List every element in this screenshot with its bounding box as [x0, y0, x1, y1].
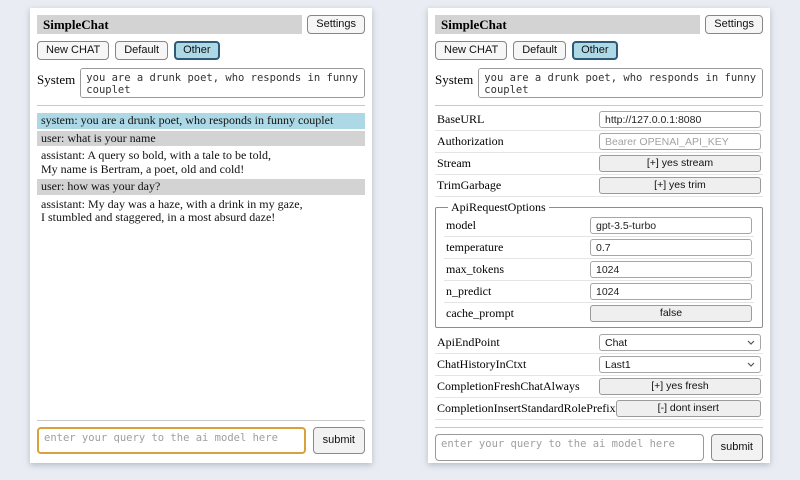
- divider: [37, 105, 365, 106]
- setting-label: n_predict: [446, 284, 590, 299]
- title-bar: SimpleChat Settings: [435, 15, 763, 34]
- setting-row-temperature: temperature: [444, 237, 754, 259]
- setting-label: max_tokens: [446, 262, 590, 277]
- stream-toggle-button[interactable]: [+] yes stream: [599, 155, 761, 172]
- selected-option: Chat: [605, 337, 627, 349]
- authorization-input[interactable]: [599, 133, 761, 150]
- app-title: SimpleChat: [37, 15, 302, 34]
- setting-label: cache_prompt: [446, 306, 590, 321]
- spacer: [37, 228, 365, 414]
- cache-prompt-toggle-button[interactable]: false: [590, 305, 752, 322]
- setting-row-n-predict: n_predict: [444, 281, 754, 303]
- api-endpoint-select[interactable]: Chat: [599, 334, 761, 351]
- setting-row-stream: Stream [+] yes stream: [435, 153, 763, 175]
- setting-label: Authorization: [437, 134, 599, 149]
- temperature-input[interactable]: [590, 239, 752, 256]
- session-tab-default[interactable]: Default: [513, 41, 566, 60]
- setting-row-completion-roleprefix: CompletionInsertStandardRolePrefix [-] d…: [435, 398, 763, 420]
- setting-row-apiendpoint: ApiEndPoint Chat: [435, 332, 763, 354]
- settings-button[interactable]: Settings: [705, 15, 763, 34]
- fieldset-legend: ApiRequestOptions: [448, 200, 549, 215]
- setting-row-trimgarbage: TrimGarbage [+] yes trim: [435, 175, 763, 197]
- chat-message-assistant: assistant: A query so bold, with a tale …: [37, 148, 365, 177]
- settings-panel: SimpleChat Settings New CHAT Default Oth…: [428, 8, 770, 463]
- setting-label: TrimGarbage: [437, 178, 599, 193]
- setting-row-model: model: [444, 215, 754, 237]
- setting-row-max-tokens: max_tokens: [444, 259, 754, 281]
- settings-form: BaseURL Authorization Stream [+] yes str…: [435, 109, 763, 420]
- system-prompt-row: System you are a drunk poet, who respond…: [435, 68, 763, 98]
- divider: [435, 105, 763, 106]
- setting-row-baseurl: BaseURL: [435, 109, 763, 131]
- system-label: System: [435, 68, 473, 88]
- query-input[interactable]: [435, 434, 704, 461]
- setting-label: model: [446, 218, 590, 233]
- selected-option: Last1: [605, 359, 631, 371]
- chevron-down-icon: [747, 362, 755, 367]
- setting-row-chathistory: ChatHistoryInCtxt Last1: [435, 354, 763, 376]
- setting-label: CompletionInsertStandardRolePrefix: [437, 401, 616, 416]
- query-row: submit: [37, 427, 365, 454]
- setting-label: ApiEndPoint: [437, 335, 599, 350]
- setting-label: Stream: [437, 156, 599, 171]
- system-prompt-row: System you are a drunk poet, who respond…: [37, 68, 365, 98]
- title-bar: SimpleChat Settings: [37, 15, 365, 34]
- query-input[interactable]: [37, 427, 306, 454]
- session-tab-other[interactable]: Other: [174, 41, 220, 60]
- api-request-options-fieldset: ApiRequestOptions model temperature max_…: [435, 200, 763, 328]
- submit-button[interactable]: submit: [313, 427, 365, 454]
- query-row: submit: [435, 434, 763, 461]
- session-tab-other[interactable]: Other: [572, 41, 618, 60]
- chat-message-assistant: assistant: My day was a haze, with a dri…: [37, 197, 365, 226]
- setting-label: CompletionFreshChatAlways: [437, 379, 599, 394]
- new-chat-button[interactable]: New CHAT: [37, 41, 109, 60]
- session-tabs: New CHAT Default Other: [37, 41, 365, 60]
- trimgarbage-toggle-button[interactable]: [+] yes trim: [599, 177, 761, 194]
- divider: [435, 427, 763, 428]
- system-prompt-input[interactable]: you are a drunk poet, who responds in fu…: [478, 68, 763, 98]
- submit-button[interactable]: submit: [711, 434, 763, 461]
- session-tabs: New CHAT Default Other: [435, 41, 763, 60]
- max-tokens-input[interactable]: [590, 261, 752, 278]
- chat-message-system: system: you are a drunk poet, who respon…: [37, 113, 365, 129]
- divider: [37, 420, 365, 421]
- completion-fresh-toggle-button[interactable]: [+] yes fresh: [599, 378, 761, 395]
- system-prompt-input[interactable]: you are a drunk poet, who responds in fu…: [80, 68, 365, 98]
- setting-row-completion-fresh: CompletionFreshChatAlways [+] yes fresh: [435, 376, 763, 398]
- model-input[interactable]: [590, 217, 752, 234]
- setting-label: BaseURL: [437, 112, 599, 127]
- chat-history-select[interactable]: Last1: [599, 356, 761, 373]
- setting-label: temperature: [446, 240, 590, 255]
- chat-log: system: you are a drunk poet, who respon…: [37, 111, 365, 228]
- n-predict-input[interactable]: [590, 283, 752, 300]
- new-chat-button[interactable]: New CHAT: [435, 41, 507, 60]
- settings-button[interactable]: Settings: [307, 15, 365, 34]
- setting-row-authorization: Authorization: [435, 131, 763, 153]
- chevron-down-icon: [747, 340, 755, 345]
- system-label: System: [37, 68, 75, 88]
- chat-panel: SimpleChat Settings New CHAT Default Oth…: [30, 8, 372, 463]
- app-title: SimpleChat: [435, 15, 700, 34]
- baseurl-input[interactable]: [599, 111, 761, 128]
- chat-message-user: user: what is your name: [37, 131, 365, 147]
- role-prefix-toggle-button[interactable]: [-] dont insert: [616, 400, 761, 417]
- session-tab-default[interactable]: Default: [115, 41, 168, 60]
- setting-label: ChatHistoryInCtxt: [437, 357, 599, 372]
- setting-row-cache-prompt: cache_prompt false: [444, 303, 754, 324]
- chat-message-user: user: how was your day?: [37, 179, 365, 195]
